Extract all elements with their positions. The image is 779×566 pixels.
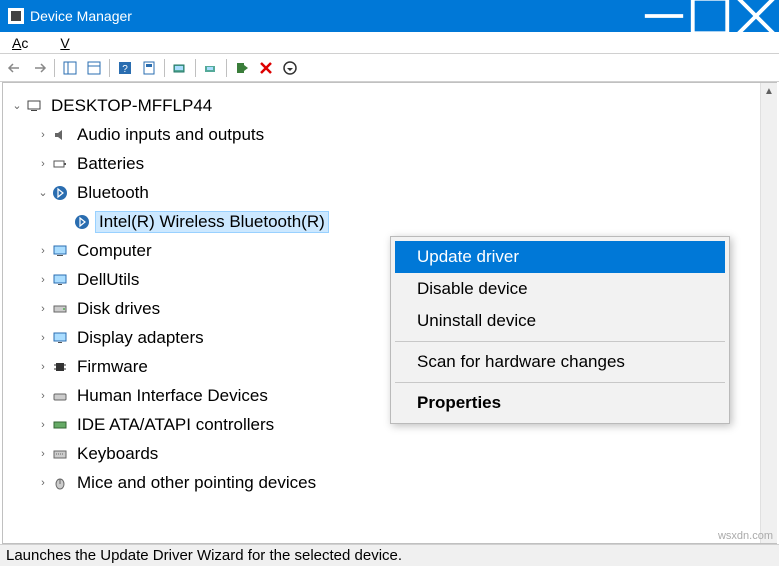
status-text: Launches the Update Driver Wizard for th… — [6, 547, 402, 564]
menu-view[interactable]: V — [60, 35, 69, 51]
help-topics-button[interactable] — [138, 57, 160, 79]
tree-item-keyboards[interactable]: › Keyboards — [7, 439, 776, 468]
context-menu-separator — [395, 341, 725, 342]
show-hide-tree-button[interactable] — [59, 57, 81, 79]
toolbar: ? — [0, 54, 779, 82]
chevron-right-icon[interactable]: › — [35, 448, 51, 460]
chevron-right-icon[interactable]: › — [35, 361, 51, 373]
ctx-update-driver[interactable]: Update driver — [395, 241, 725, 273]
update-driver-button[interactable] — [200, 57, 222, 79]
audio-icon — [51, 127, 69, 143]
watermark: wsxdn.com — [718, 530, 773, 542]
bluetooth-icon — [51, 185, 69, 201]
computer-icon — [25, 98, 43, 114]
scroll-up-icon[interactable]: ▲ — [761, 83, 777, 100]
maximize-button[interactable] — [687, 0, 733, 32]
toolbar-separator — [54, 59, 55, 77]
chevron-down-icon[interactable]: ⌄ — [35, 186, 51, 199]
tree-root[interactable]: ⌄ DESKTOP-MFFLP44 — [7, 91, 776, 120]
tree-item-audio[interactable]: › Audio inputs and outputs — [7, 120, 776, 149]
forward-button[interactable] — [28, 57, 50, 79]
computer-icon — [51, 243, 69, 259]
chevron-right-icon[interactable]: › — [35, 245, 51, 257]
menu-action[interactable]: Ac — [12, 35, 28, 51]
bluetooth-icon — [73, 214, 91, 230]
chevron-right-icon[interactable]: › — [35, 332, 51, 344]
app-icon — [8, 8, 24, 24]
tree-root-label: DESKTOP-MFFLP44 — [47, 95, 216, 117]
disable-button[interactable] — [279, 57, 301, 79]
chevron-right-icon[interactable]: › — [35, 419, 51, 431]
ide-icon — [51, 417, 69, 433]
toolbar-separator — [109, 59, 110, 77]
toolbar-separator — [226, 59, 227, 77]
ctx-properties[interactable]: Properties — [395, 387, 725, 419]
tree-item-batteries[interactable]: › Batteries — [7, 149, 776, 178]
toolbar-separator — [164, 59, 165, 77]
disk-icon — [51, 301, 69, 317]
close-button[interactable] — [733, 0, 779, 32]
window-title: Device Manager — [30, 8, 641, 24]
chevron-right-icon[interactable]: › — [35, 158, 51, 170]
status-bar: Launches the Update Driver Wizard for th… — [0, 544, 779, 566]
battery-icon — [51, 156, 69, 172]
chevron-right-icon[interactable]: › — [35, 303, 51, 315]
svg-text:?: ? — [122, 64, 128, 75]
monitor-icon — [51, 272, 69, 288]
title-bar: Device Manager — [0, 0, 779, 32]
chevron-down-icon[interactable]: ⌄ — [9, 99, 25, 112]
ctx-uninstall-device[interactable]: Uninstall device — [395, 305, 725, 337]
chevron-right-icon[interactable]: › — [35, 390, 51, 402]
help-button[interactable]: ? — [114, 57, 136, 79]
display-icon — [51, 330, 69, 346]
chevron-right-icon[interactable]: › — [35, 477, 51, 489]
keyboard-icon — [51, 446, 69, 462]
ctx-disable-device[interactable]: Disable device — [395, 273, 725, 305]
tree-item-bluetooth[interactable]: ⌄ Bluetooth — [7, 178, 776, 207]
back-button[interactable] — [4, 57, 26, 79]
context-menu: Update driver Disable device Uninstall d… — [390, 236, 730, 424]
chip-icon — [51, 359, 69, 375]
chevron-right-icon[interactable]: › — [35, 129, 51, 141]
context-menu-separator — [395, 382, 725, 383]
tree-item-mice[interactable]: › Mice and other pointing devices — [7, 468, 776, 497]
tree-item-bluetooth-device[interactable]: Intel(R) Wireless Bluetooth(R) — [7, 207, 776, 236]
enable-button[interactable] — [231, 57, 253, 79]
hid-icon — [51, 388, 69, 404]
uninstall-button[interactable] — [255, 57, 277, 79]
properties-button[interactable] — [83, 57, 105, 79]
minimize-button[interactable] — [641, 0, 687, 32]
vertical-scrollbar[interactable]: ▲ — [760, 83, 777, 543]
ctx-scan-hardware[interactable]: Scan for hardware changes — [395, 346, 725, 378]
chevron-right-icon[interactable]: › — [35, 274, 51, 286]
toolbar-separator — [195, 59, 196, 77]
scan-hardware-button[interactable] — [169, 57, 191, 79]
mouse-icon — [51, 475, 69, 491]
